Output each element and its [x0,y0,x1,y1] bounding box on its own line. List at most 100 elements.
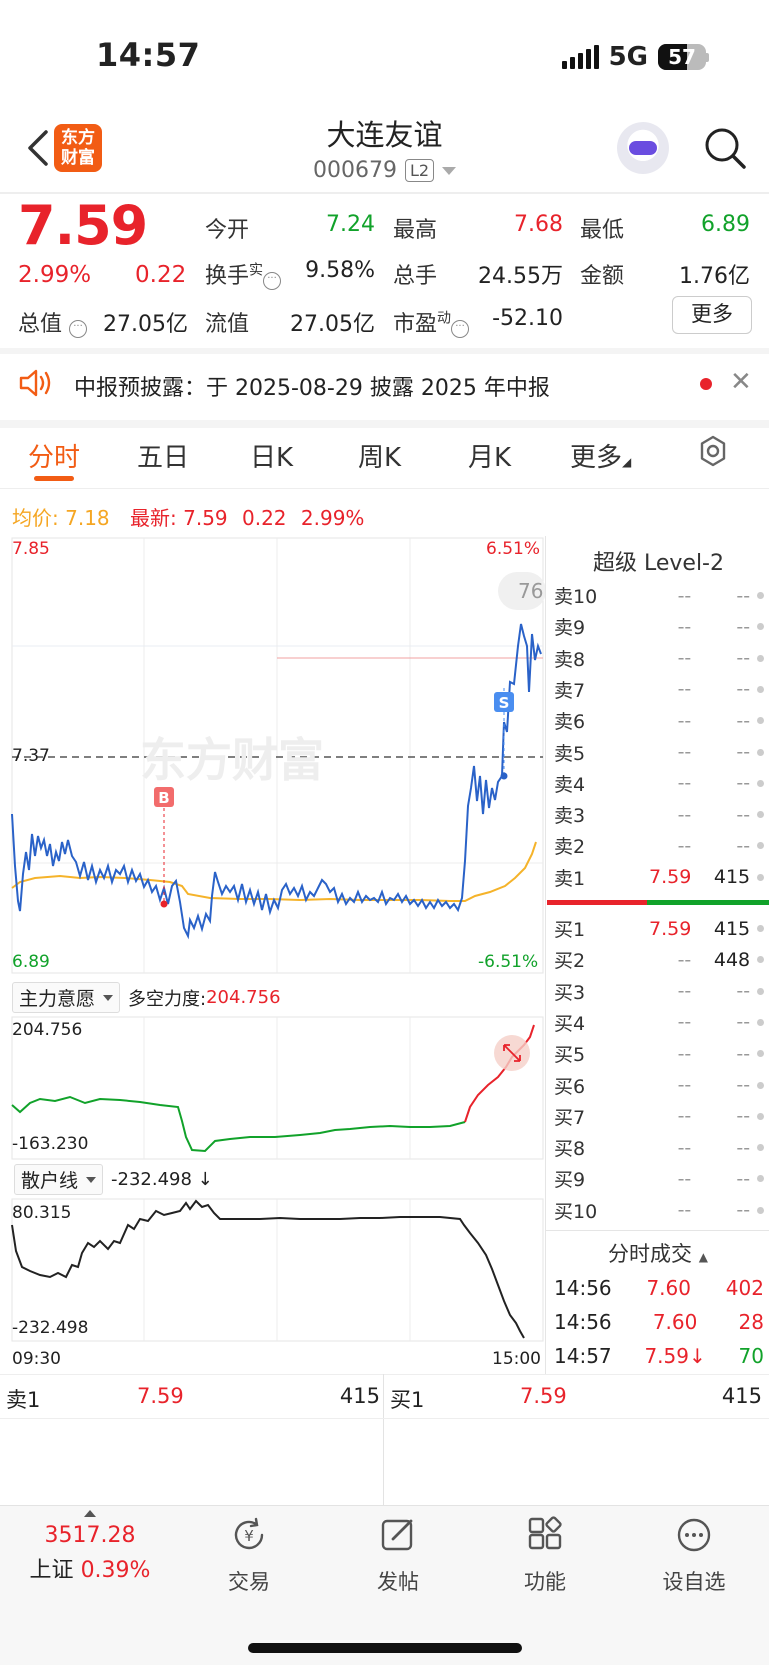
pe-value: -52.10 [492,306,563,331]
orderbook-volume: -- [736,1136,751,1159]
yen-cycle-icon: ¥ [234,1517,264,1550]
pe-label: 市盈动 ··· [393,306,470,338]
orderbook-row: 卖7 -- -- [554,674,764,705]
orderbook-level: 买7 [554,1106,586,1129]
turnover-value: 9.58% [305,258,375,283]
level2-title[interactable]: 超级 Level-2 [548,545,769,577]
orderbook-row: 卖3 -- -- [554,799,764,830]
orderbook-level: 卖1 [554,867,586,890]
orderbook-volume: 415 [713,917,751,940]
tab-weekly-k[interactable]: 周K [358,437,401,474]
tab-monthly-k[interactable]: 月K [468,437,511,474]
dropdown-icon [103,994,114,1001]
network-label: 5G [608,42,648,72]
high-value: 7.68 [514,212,563,237]
status-icons: 5G 57 [561,42,709,72]
row-dot [757,1081,764,1089]
row-dot [757,842,764,850]
row-dot [757,748,764,756]
low-label: 最低 [580,218,625,243]
orderbook-level: 买8 [554,1138,586,1161]
nav-post[interactable]: 发帖 [328,1515,468,1596]
nav-functions[interactable]: 功能 [475,1515,615,1596]
orderbook-level: 买9 [554,1169,586,1192]
orderbook-volume: -- [736,980,751,1003]
edit-icon [381,1519,413,1551]
indicator2-header: 散户线 -232.498 ↓ [14,1164,213,1195]
orderbook-volume: -- [736,1167,751,1190]
orderbook-row: 卖4 -- -- [554,768,764,799]
nav-trade[interactable]: ¥ 交易 [179,1515,319,1596]
chevron-down-icon [442,166,457,175]
ind1-top: 204.756 [12,1020,83,1040]
orderbook-row: 卖9 -- -- [554,611,764,642]
more-circle-icon [677,1518,711,1552]
ind1-bottom: -163.230 [12,1134,89,1154]
y-axis-bottom: 6.89 [12,952,50,972]
row-dot [757,1050,764,1058]
tab-more[interactable]: 更多◢ [570,437,631,474]
orderbook-row: 买4 -- -- [554,1007,764,1038]
orderbook-volume: -- [736,709,751,732]
orderbook-row: 卖6 -- -- [554,705,764,736]
tab-intraday[interactable]: 分时 [28,437,80,474]
y-axis-mid: 7.37 [12,746,50,766]
low-value: 6.89 [701,212,750,237]
time-start: 09:30 [12,1349,61,1369]
last-price: 7.59 [18,194,148,257]
bottom-ask-price: 7.59 [137,1384,184,1408]
search-icon[interactable] [702,125,748,171]
orderbook-level: 买6 [554,1075,586,1098]
ind2-bottom: -232.498 [12,1318,89,1338]
indicator2-selector[interactable]: 散户线 [14,1164,104,1195]
signal-icon [561,45,599,69]
row-dot [757,925,764,932]
gear-icon[interactable] [696,434,730,468]
time-end: 15:00 [492,1349,541,1369]
orderbook-price: -- [677,647,692,670]
orderbook-volume: -- [736,1074,751,1096]
volume-value: 24.55万 [478,264,563,289]
change-percent: 2.99% [18,262,92,288]
level2-badge: L2 [404,159,435,182]
orderbook-price: -- [677,1011,692,1034]
orderbook-row: 卖8 -- -- [554,643,764,674]
bottom-ask-label: 卖1 [6,1388,41,1412]
pct-axis-top: 6.51% [486,539,541,559]
watermark: 东方财富 [140,733,324,787]
orderbook-volume: -- [736,1042,751,1065]
row-dot [757,623,764,631]
trades-title[interactable]: 分时成交 ▲ [547,1238,769,1268]
dropdown-icon [86,1176,97,1183]
bottom-bid-price: 7.59 [520,1384,567,1408]
orderbook-row: 买1 7.59 415 [554,913,764,944]
nav-add-watchlist[interactable]: 设自选 [624,1515,764,1596]
orderbook-volume: -- [736,772,751,795]
orderbook-level: 买3 [554,981,586,1004]
notice-text[interactable]: 中报预披露：于 2025-08-29 披露 2025 年中报 [74,370,550,402]
close-icon[interactable]: ✕ [730,367,752,397]
trade-row: 14:56 7.60 402 [554,1276,764,1300]
row-dot [757,1018,764,1026]
orderbook-row: 卖2 -- -- [554,830,764,861]
robot-assistant-icon[interactable] [617,122,669,174]
indicator1-selector[interactable]: 主力意愿 [12,982,121,1013]
row-dot [757,1144,764,1152]
more-button[interactable]: 更多 [672,296,752,334]
mktcap-value: 27.05亿 [103,312,188,337]
status-time: 14:57 [96,36,201,74]
info-icon: ··· [69,320,88,338]
bid-ask-ratio-bar [547,900,769,905]
orderbook-level: 卖7 [554,679,586,702]
orderbook-level: 买1 [554,919,586,941]
tab-daily-k[interactable]: 日K [250,437,293,474]
y-axis-top: 7.85 [12,539,50,559]
tab-five-day[interactable]: 五日 [137,437,189,474]
orderbook-volume: -- [736,1199,751,1222]
intraday-price-chart[interactable]: 东方财富 B S 76 [0,536,546,976]
buy-marker: B [158,789,169,807]
ind2-top: 80.315 [12,1203,72,1223]
orderbook-price: 7.59 [648,917,692,940]
orderbook-row: 卖10 -- -- [554,580,764,611]
index-ticker[interactable]: 3517.28 上证 0.39% [10,1510,170,1584]
